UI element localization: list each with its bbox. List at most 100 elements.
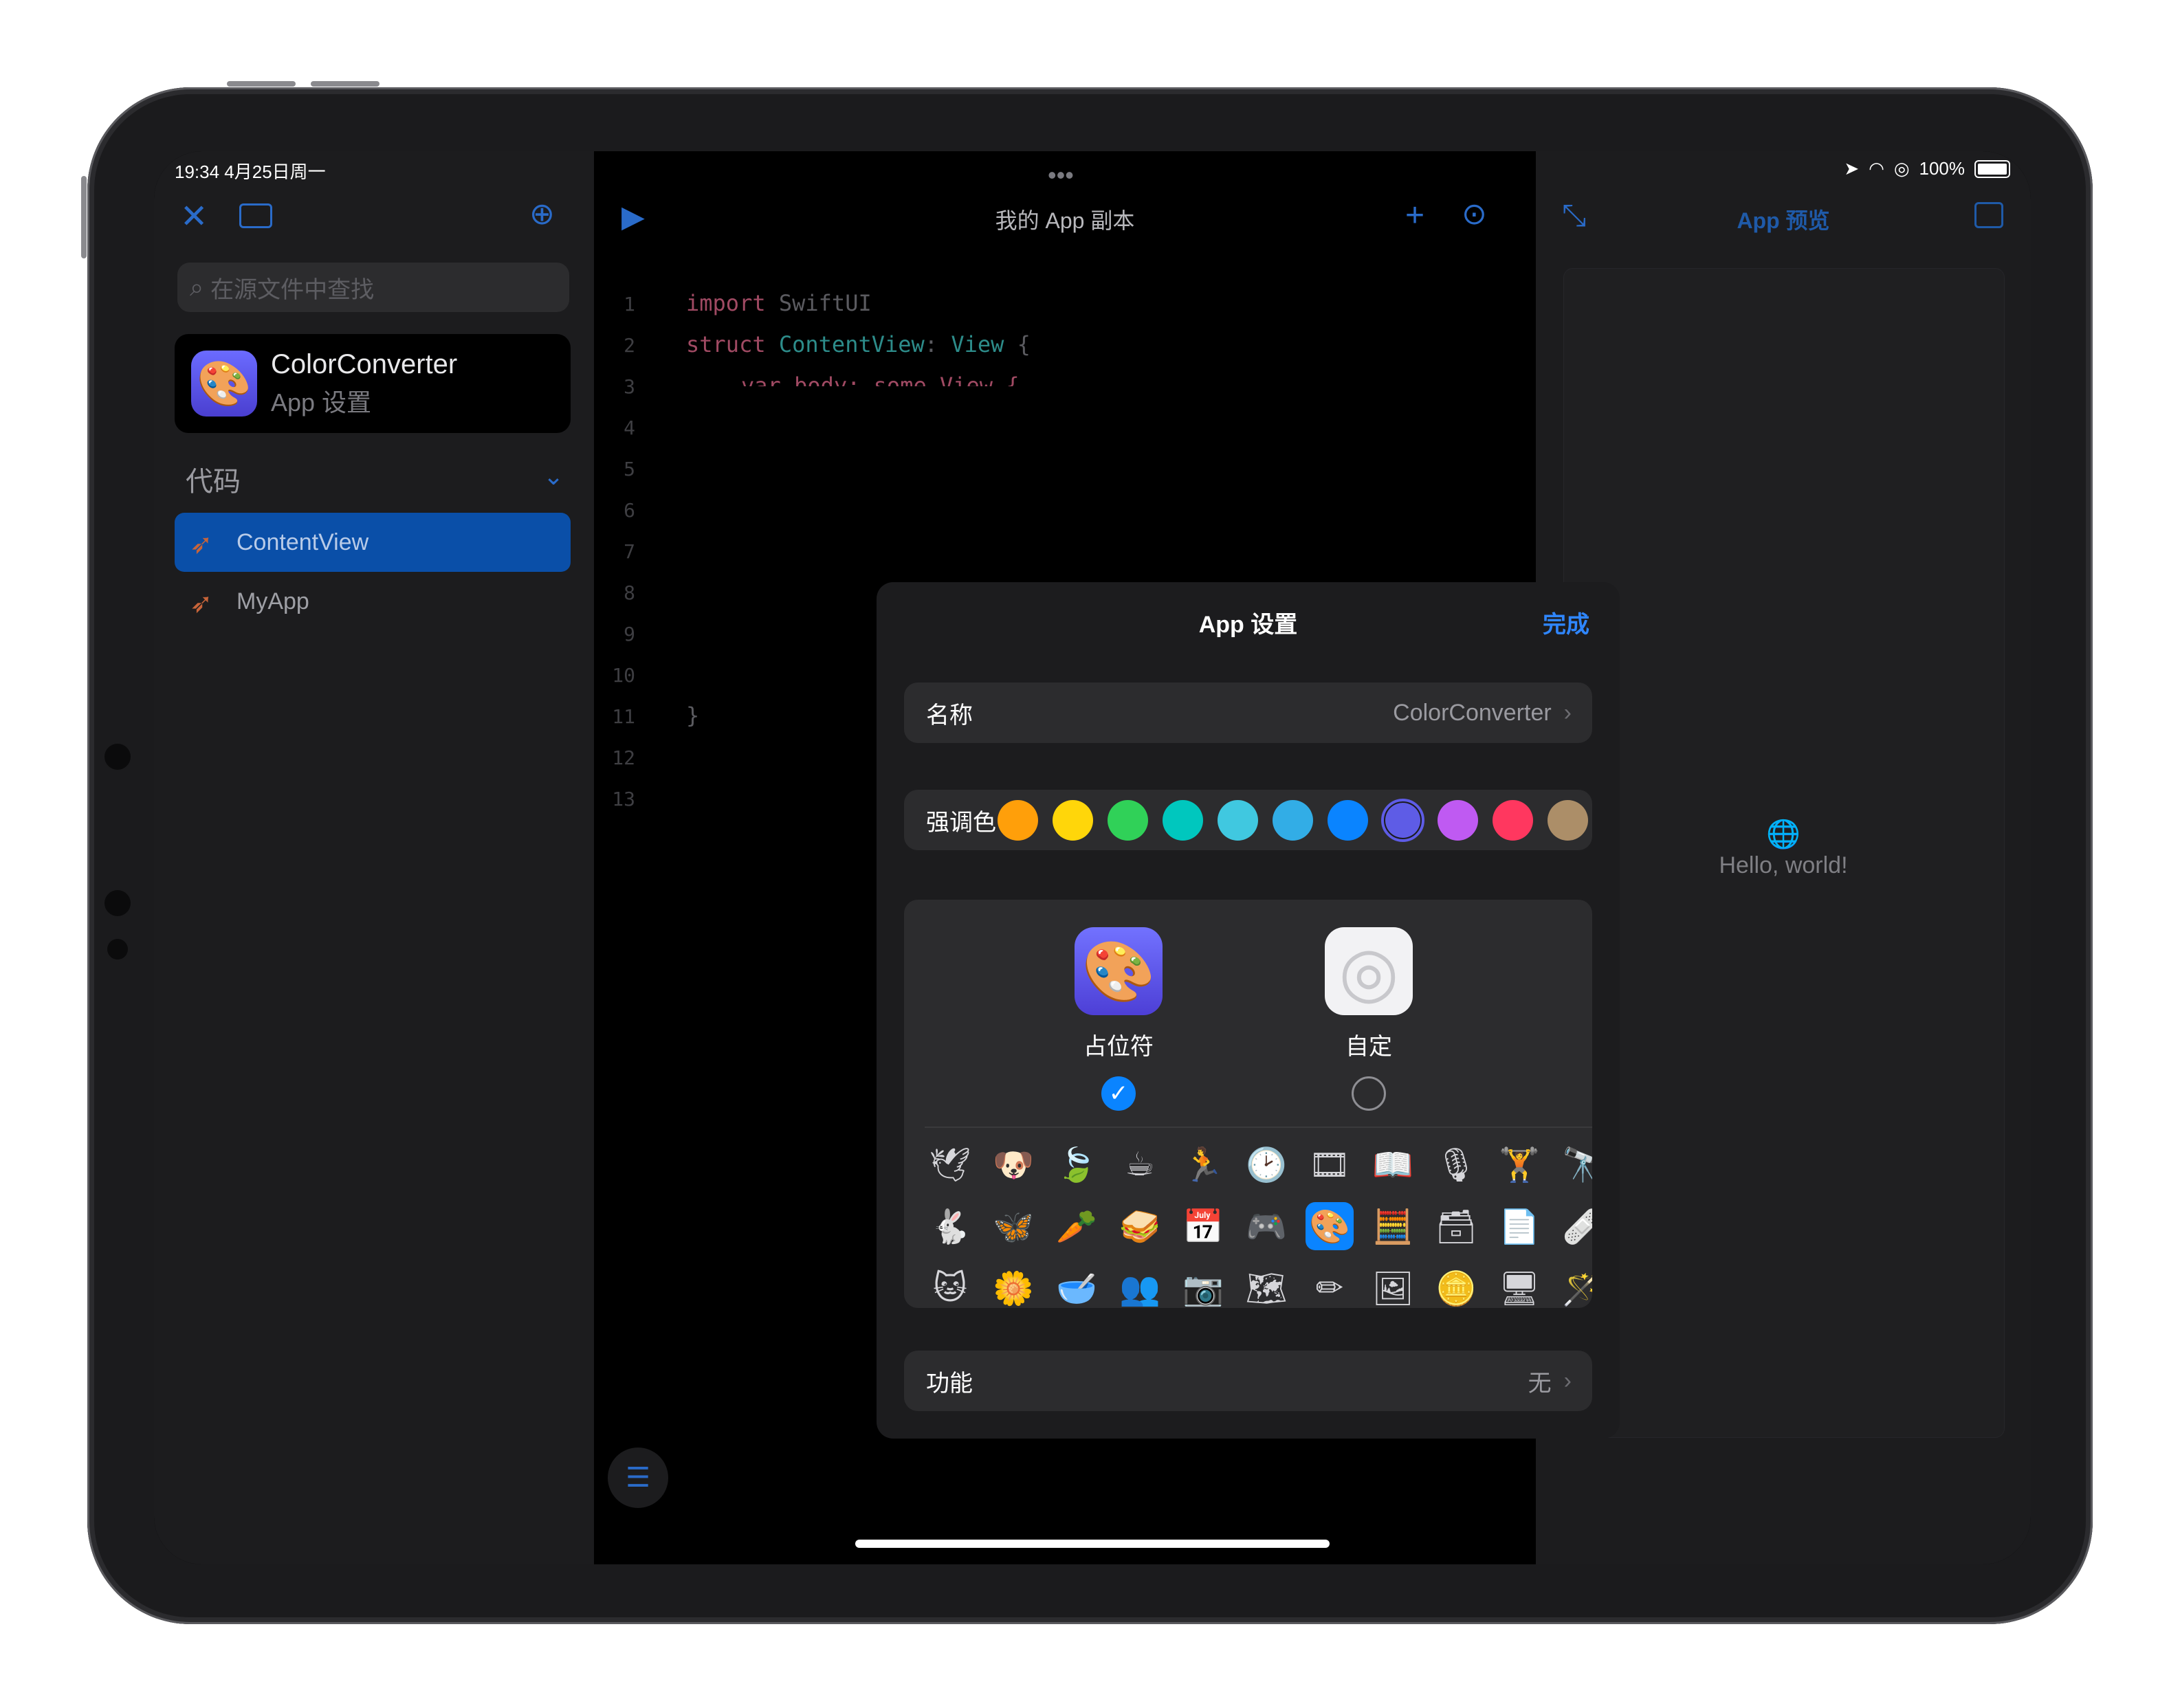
name-row[interactable]: 名称 ColorConverter › [904, 683, 1592, 743]
accent-color-swatch[interactable] [1328, 799, 1368, 841]
console-button[interactable]: ☰ [608, 1448, 668, 1508]
dumbbell-icon[interactable]: 🏋 [1495, 1140, 1543, 1188]
display-icon[interactable]: 🖥 [1495, 1264, 1543, 1308]
chevron-right-icon: › [1563, 1367, 1572, 1394]
home-indicator[interactable] [855, 1540, 1330, 1548]
line-number: 4 [624, 417, 635, 439]
leaf-icon[interactable]: 🍃 [1053, 1140, 1101, 1188]
cat-icon[interactable]: 🐱 [926, 1264, 974, 1308]
calendar-icon[interactable]: 📅 [1179, 1202, 1227, 1250]
sandwich-icon[interactable]: 🥪 [1116, 1202, 1164, 1250]
accent-color-swatch[interactable] [1438, 799, 1478, 841]
console-icon: ☰ [626, 1463, 650, 1493]
clock-icon[interactable]: 🕑 [1242, 1140, 1290, 1188]
radio-empty-icon[interactable] [1352, 1076, 1386, 1111]
accent-color-swatch[interactable] [1163, 799, 1203, 841]
search-icon: ⌕ [190, 272, 204, 301]
app-settings-sheet: App 设置 完成 名称 ColorConverter › 强调色 🎨 占位符 … [877, 582, 1620, 1439]
calculator-icon[interactable]: 🧮 [1369, 1202, 1417, 1250]
document-icon[interactable]: 📄 [1495, 1202, 1543, 1250]
file-contentview[interactable]: ➶ ContentView [175, 513, 571, 572]
top-button-2 [311, 81, 379, 87]
coins-icon[interactable]: 🪙 [1432, 1264, 1480, 1308]
bandage-icon[interactable]: 🩹 [1559, 1202, 1592, 1250]
accent-color-swatch[interactable] [1381, 798, 1424, 842]
icon-grid-template-icon: ◎ [1325, 927, 1413, 1015]
accent-color-swatch[interactable] [1493, 799, 1533, 841]
line-number: 6 [624, 499, 635, 522]
sidebar-toggle-icon[interactable] [239, 203, 272, 228]
line-number: 5 [624, 458, 635, 480]
sidebar: 19:34 4月25日周一 ✕ ⊕ ⌕ 在源文件中查找 🎨 ColorConve… [154, 151, 594, 1564]
app-settings-card[interactable]: 🎨 ColorConverter App 设置 [175, 334, 571, 433]
checkmark-icon[interactable]: ✓ [1101, 1076, 1136, 1111]
bowl-icon[interactable]: 🥣 [1053, 1264, 1101, 1308]
rabbit-icon[interactable]: 🐇 [926, 1202, 974, 1250]
carrot-icon[interactable]: 🥕 [1053, 1202, 1101, 1250]
accent-color-swatch[interactable] [1548, 799, 1588, 841]
accent-color-swatch[interactable] [1108, 799, 1148, 841]
status-right: ➤ ◠ ◎ 100% [1844, 158, 2010, 179]
coffee-icon[interactable]: ☕ [1116, 1140, 1164, 1188]
new-file-icon[interactable]: ⊕ [529, 199, 555, 230]
book-icon[interactable]: 📖 [1369, 1140, 1417, 1188]
sensor-dot-2 [107, 939, 128, 960]
wifi-icon: ◠ [1869, 158, 1884, 179]
custom-choice[interactable]: ◎ 自定 [1300, 927, 1438, 1111]
sheet-title: App 设置 [1198, 612, 1298, 638]
app-settings-label: App 设置 [271, 388, 372, 417]
add-icon[interactable]: + [1405, 199, 1424, 232]
features-value: 无 [1528, 1370, 1552, 1397]
microphone-icon[interactable]: 🎙 [1432, 1140, 1480, 1188]
code-line-3: struct ContentView: View { [686, 331, 1031, 357]
sensor-dot [104, 890, 131, 916]
placeholder-choice[interactable]: 🎨 占位符 ✓ [1050, 927, 1187, 1111]
camera-icon[interactable]: 📷 [1179, 1264, 1227, 1308]
search-input[interactable]: ⌕ 在源文件中查找 [177, 263, 569, 312]
preview-title: App 预览 [1737, 208, 1830, 233]
more-icon[interactable]: ⊙ [1462, 199, 1487, 230]
file-label: MyApp [236, 588, 309, 614]
flower-icon[interactable]: 🌼 [989, 1264, 1037, 1308]
search-placeholder: 在源文件中查找 [210, 276, 375, 303]
stack-icon[interactable] [1974, 202, 2003, 228]
palette-icon: 🎨 [191, 351, 257, 417]
name-label: 名称 [926, 702, 973, 729]
swift-icon: ➶ [190, 588, 213, 619]
map-icon[interactable]: 🗺 [1242, 1264, 1290, 1308]
file-label: ContentView [236, 529, 369, 555]
wand-icon[interactable]: 🪄 [1559, 1264, 1592, 1308]
gamecontroller-icon[interactable]: 🎮 [1242, 1202, 1290, 1250]
photo-icon[interactable]: 🖼 [1369, 1264, 1417, 1308]
accent-color-swatch[interactable] [1053, 799, 1093, 841]
dog-icon[interactable]: 🐶 [989, 1140, 1037, 1188]
close-icon[interactable]: ✕ [180, 201, 208, 234]
archivebox-icon[interactable]: 🗃 [1432, 1202, 1480, 1250]
multitask-dots-icon[interactable]: ••• [1048, 161, 1074, 190]
chevron-right-icon: › [1563, 699, 1572, 726]
butterfly-icon[interactable]: 🦋 [989, 1202, 1037, 1250]
line-number: 9 [624, 623, 635, 645]
pencil-icon[interactable]: ✏ [1306, 1264, 1354, 1308]
file-myapp[interactable]: ➶ MyApp [175, 572, 571, 631]
line-number: 7 [624, 540, 635, 563]
accent-color-swatch[interactable] [998, 799, 1038, 841]
features-row[interactable]: 功能 无 › [904, 1351, 1592, 1411]
app-name: ColorConverter [271, 348, 458, 379]
status-time: 19:34 4月25日周一 [175, 162, 326, 182]
features-label: 功能 [926, 1370, 973, 1397]
film-icon[interactable]: 🎞 [1306, 1140, 1354, 1188]
icon-panel: 🎨 占位符 ✓ ◎ 自定 🕊 🐶 🍃 ☕ 🏃 🕑 🎞 📖 🎙 🏋 🔭 🐇 🦋 🥕 🥪 📅 🎮 🎨 🧮 🗃 📄 🩹 🐱 🌼 🥣 👥 📷… [904, 900, 1592, 1308]
accent-color-swatch[interactable] [1218, 799, 1258, 841]
accent-color-swatch[interactable] [1273, 799, 1313, 841]
palette-icon[interactable]: 🎨 [1306, 1202, 1354, 1250]
people-icon[interactable]: 👥 [1116, 1264, 1164, 1308]
side-button [81, 176, 87, 258]
chevron-down-icon[interactable]: ⌄ [543, 462, 564, 491]
binoculars-icon[interactable]: 🔭 [1559, 1140, 1592, 1188]
done-button[interactable]: 完成 [1543, 606, 1589, 639]
line-number: 8 [624, 581, 635, 604]
running-icon[interactable]: 🏃 [1179, 1140, 1227, 1188]
bird-icon[interactable]: 🕊 [926, 1140, 974, 1188]
line-number: 3 [624, 375, 635, 398]
